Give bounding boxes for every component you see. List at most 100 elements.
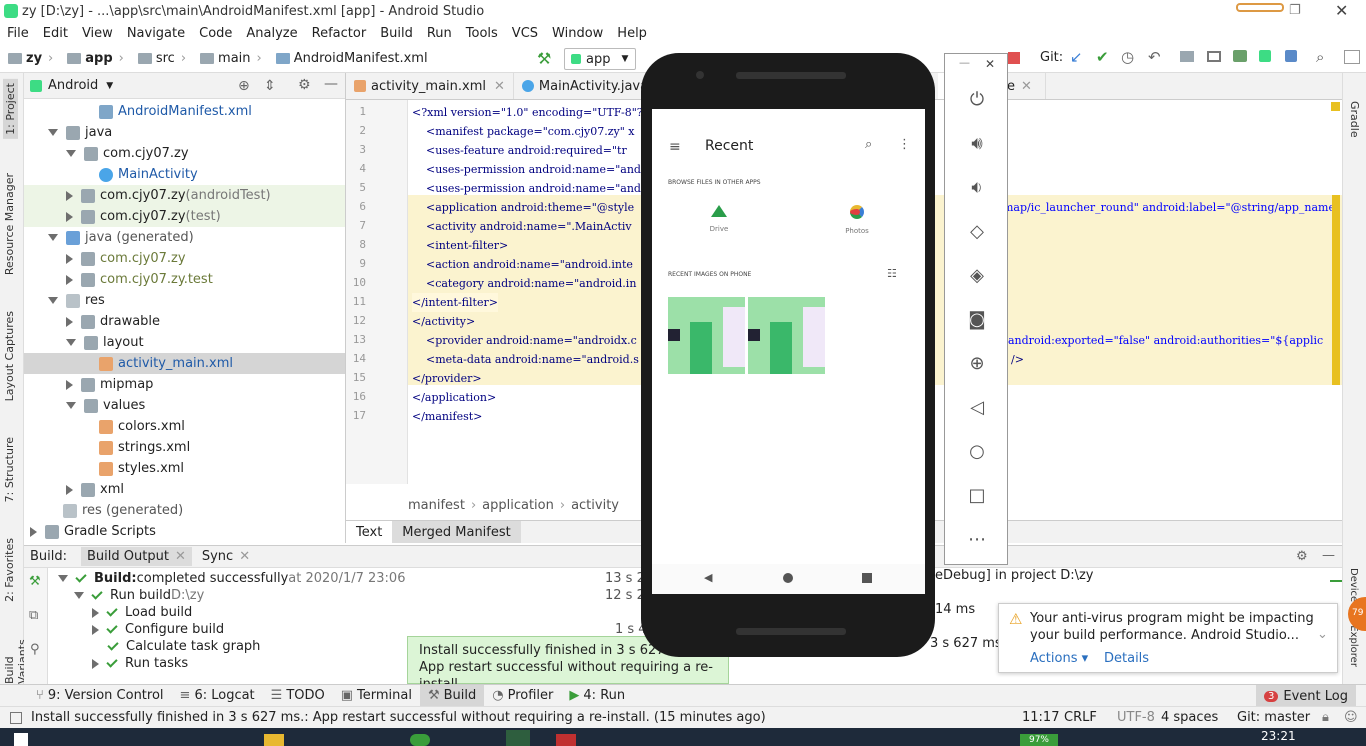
tree-item[interactable]: res xyxy=(48,290,105,311)
layout-icon[interactable] xyxy=(1344,50,1360,64)
tree-item[interactable]: com.cjy07.zy (androidTest) xyxy=(24,185,345,206)
menu-build[interactable]: Build xyxy=(373,26,420,41)
home-icon[interactable] xyxy=(783,573,793,583)
close-icon[interactable]: ✕ xyxy=(494,79,505,94)
expand-icon[interactable] xyxy=(92,607,99,618)
collapse-icon[interactable]: ⇕ xyxy=(264,78,276,94)
minimize-icon[interactable]: — xyxy=(324,76,338,92)
expand-icon[interactable] xyxy=(92,624,99,635)
close-icon[interactable]: ✕ xyxy=(1335,1,1348,20)
menu-window[interactable]: Window xyxy=(545,26,610,41)
menu-tools[interactable]: Tools xyxy=(459,26,505,41)
build-row-run-build[interactable]: Run build D:\zy xyxy=(74,587,204,604)
volume-up-icon[interactable]: 🔊︎ xyxy=(965,131,989,155)
close-icon[interactable]: ✕ xyxy=(1021,79,1032,94)
tw-todo[interactable]: ☰ TODO xyxy=(263,685,333,707)
hammer-icon[interactable]: ⚒ xyxy=(537,49,551,68)
sync-icon[interactable] xyxy=(1233,50,1247,62)
tree-item[interactable]: res (generated) xyxy=(48,500,183,521)
tree-item[interactable]: xml xyxy=(66,479,124,500)
build-row-calculate[interactable]: Calculate task graph xyxy=(107,638,260,655)
volume-down-icon[interactable]: 🔉︎ xyxy=(965,175,989,199)
back-icon[interactable]: ◁ xyxy=(965,395,989,419)
build-row-load[interactable]: Load build xyxy=(92,604,192,621)
minimize-icon[interactable]: — xyxy=(1322,548,1335,563)
details-link[interactable]: Details xyxy=(1104,651,1149,666)
crumb-activity[interactable]: activity xyxy=(571,498,619,513)
expand-arrow-icon[interactable] xyxy=(66,253,73,264)
inspector-icon[interactable]: ☺ xyxy=(1344,710,1358,725)
tree-item[interactable]: com.cjy07.zy.test xyxy=(66,269,213,290)
recent-image-thumbnail[interactable] xyxy=(748,297,825,374)
expand-icon[interactable] xyxy=(58,575,68,582)
indent-setting[interactable]: 4 spaces xyxy=(1161,710,1218,725)
toggle-tool-windows-icon[interactable] xyxy=(10,711,22,724)
build-row-run-tasks[interactable]: Run tasks xyxy=(92,655,188,672)
list-view-icon[interactable]: ☷ xyxy=(887,267,897,280)
menu-vcs[interactable]: VCS xyxy=(505,26,545,41)
crumb-application[interactable]: application xyxy=(482,498,554,513)
overview-icon[interactable] xyxy=(862,573,872,583)
tree-item[interactable]: MainActivity xyxy=(84,164,198,185)
tree-item[interactable]: strings.xml xyxy=(84,437,190,458)
recent-image-thumbnail[interactable] xyxy=(668,297,745,374)
breadcrumb-app[interactable]: app › xyxy=(67,51,130,66)
tab-favorites[interactable]: 2: Favorites xyxy=(3,538,16,602)
revert-icon[interactable]: ↶ xyxy=(1148,48,1161,66)
more-vert-icon[interactable]: ⋮ xyxy=(898,137,911,152)
gear-icon[interactable]: ⚙ xyxy=(298,77,311,93)
pin-icon[interactable]: ⚲ xyxy=(30,642,40,657)
app-task-icon[interactable] xyxy=(556,734,576,746)
tw-run[interactable]: ▶ 4: Run xyxy=(561,685,633,707)
run-config-select[interactable]: app ▼ xyxy=(564,48,636,70)
search-icon[interactable]: ⌕ xyxy=(1316,48,1324,66)
search-icon[interactable]: ⌕ xyxy=(865,137,872,152)
actions-link[interactable]: Actions ▾ xyxy=(1030,651,1088,666)
tree-item[interactable]: com.cjy07.zy xyxy=(66,143,189,164)
clock[interactable]: 23:21 xyxy=(1261,729,1296,743)
stop-icon[interactable] xyxy=(1008,52,1020,64)
locate-icon[interactable]: ⊕ xyxy=(238,78,250,94)
build-row-completed[interactable]: Build: completed successfully at 2020/1/… xyxy=(58,570,405,587)
inspection-indicator[interactable] xyxy=(1331,102,1340,111)
git-branch[interactable]: Git: master xyxy=(1237,710,1310,725)
more-icon[interactable]: ⋯ xyxy=(965,527,989,551)
breadcrumb-src[interactable]: src › xyxy=(137,51,192,66)
expand-arrow-icon[interactable] xyxy=(66,484,73,495)
tab-project[interactable]: 1: Project xyxy=(3,79,18,139)
chevron-down-icon[interactable]: ▼ xyxy=(106,81,113,91)
tab-text[interactable]: Text xyxy=(346,521,393,543)
menu-navigate[interactable]: Navigate xyxy=(120,26,192,41)
power-icon[interactable]: ⏻ xyxy=(965,87,989,111)
tree-item[interactable]: AndroidManifest.xml xyxy=(84,101,252,122)
menu-file[interactable]: File xyxy=(0,26,36,41)
tw-build[interactable]: ⚒ Build xyxy=(419,684,485,707)
collapse-arrow-icon[interactable] xyxy=(66,402,76,409)
expand-icon[interactable] xyxy=(92,658,99,669)
menu-help[interactable]: Help xyxy=(610,26,654,41)
home-icon[interactable]: ○ xyxy=(965,439,989,463)
hamburger-menu-icon[interactable]: ≡ xyxy=(669,139,681,155)
tree-item[interactable]: styles.xml xyxy=(84,458,184,479)
git-commit-icon[interactable]: ✔ xyxy=(1096,48,1109,66)
rotate-right-icon[interactable]: ◈ xyxy=(965,263,989,287)
tree-item[interactable]: java (generated) xyxy=(48,227,194,248)
collapse-arrow-icon[interactable] xyxy=(48,297,58,304)
hammer-icon[interactable]: ⚒ xyxy=(29,574,41,589)
drive-app[interactable]: Drive xyxy=(704,205,734,233)
status-message[interactable]: Install successfully finished in 3 s 627… xyxy=(31,710,766,725)
expand-arrow-icon[interactable] xyxy=(66,379,73,390)
tree-item[interactable]: activity_main.xml xyxy=(24,353,345,374)
project-view-select[interactable]: Android xyxy=(48,78,98,93)
gear-icon[interactable]: ⚙ xyxy=(1296,549,1308,564)
tw-terminal[interactable]: ▣ Terminal xyxy=(333,685,420,707)
tree-item[interactable]: colors.xml xyxy=(84,416,185,437)
tab-gradle[interactable]: Gradle xyxy=(1348,101,1361,138)
zoom-icon[interactable]: ⊕ xyxy=(965,351,989,375)
tree-item[interactable]: values xyxy=(66,395,145,416)
tw-event-log[interactable]: 3 Event Log xyxy=(1256,685,1356,707)
collapse-arrow-icon[interactable] xyxy=(48,129,58,136)
menu-code[interactable]: Code xyxy=(192,26,239,41)
copy-icon[interactable]: ⧉ xyxy=(29,608,38,623)
tab-activity-main[interactable]: activity_main.xml ✕ xyxy=(346,73,514,99)
